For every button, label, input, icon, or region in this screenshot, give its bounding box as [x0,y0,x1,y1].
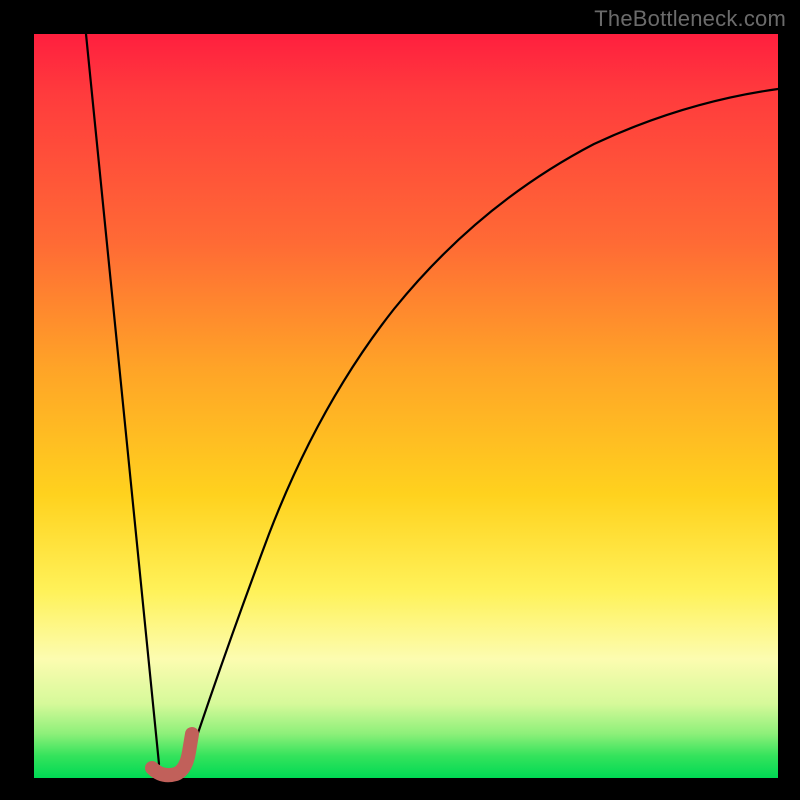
curves-svg [34,34,778,778]
left-descent-line [86,34,159,764]
plot-area [34,34,778,778]
watermark-text: TheBottleneck.com [594,6,786,32]
outer-frame: TheBottleneck.com [0,0,800,800]
right-ascent-curve [186,89,778,769]
